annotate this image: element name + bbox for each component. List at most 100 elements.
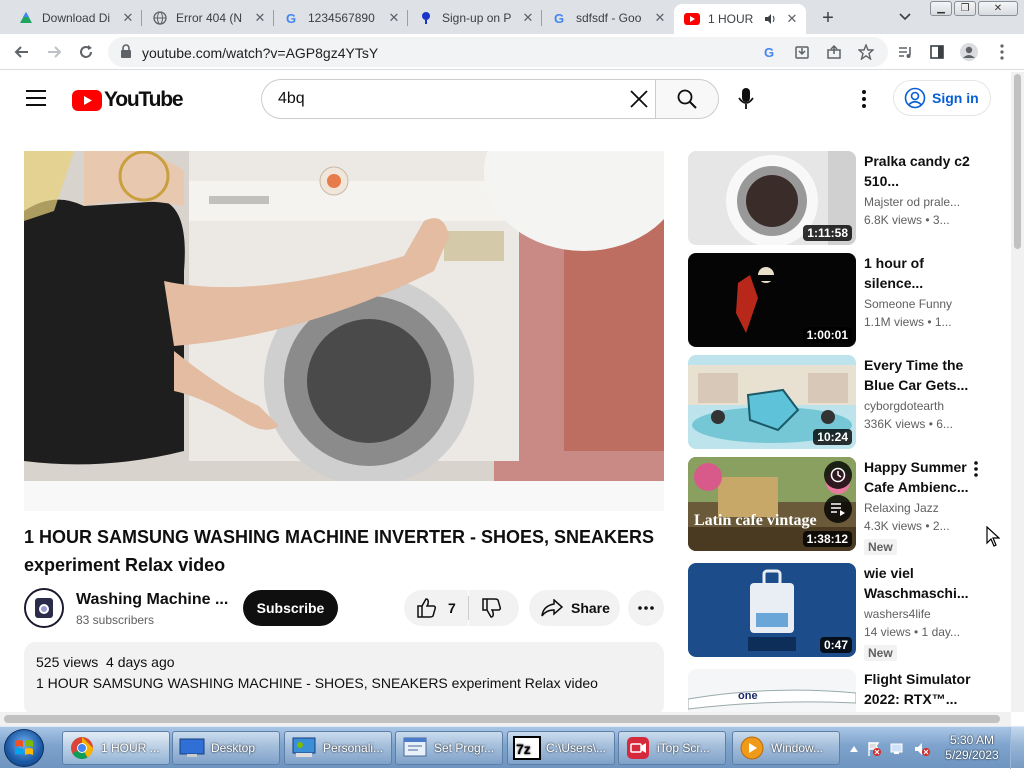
microphone-icon[interactable] [738, 88, 754, 115]
show-desktop-button[interactable] [1010, 727, 1024, 769]
video-thumbnail[interactable]: 0:47 [688, 563, 856, 657]
horizontal-scroll-thumb[interactable] [4, 715, 1000, 723]
subscribe-button[interactable]: Subscribe [243, 590, 338, 626]
search-input[interactable]: 4bq [261, 79, 656, 119]
horizontal-scrollbar[interactable] [0, 712, 1011, 726]
more-actions-button[interactable] [628, 590, 664, 626]
vertical-scrollbar[interactable] [1011, 72, 1024, 712]
bookmark-star-icon[interactable] [854, 40, 878, 64]
video-thumbnail[interactable]: 10:24 [688, 355, 856, 449]
svg-text:G: G [286, 11, 296, 25]
video-thumbnail[interactable]: one [688, 669, 856, 712]
video-thumbnail[interactable]: 1:11:58 [688, 151, 856, 245]
video-duration: 10:24 [813, 429, 852, 445]
tab-error[interactable]: Error 404 (N ✕ [142, 4, 274, 32]
youtube-logo[interactable]: YouTube [72, 88, 184, 112]
lock-icon[interactable] [120, 44, 132, 63]
taskbar-item-7zip[interactable]: 7z C:\Users\... [507, 731, 615, 765]
watch-later-icon[interactable] [824, 461, 852, 489]
video-thumbnail[interactable]: 1:00:01 [688, 253, 856, 347]
taskbar-item-desktop[interactable]: Desktop [172, 731, 280, 765]
settings-menu-icon[interactable] [862, 90, 866, 113]
recommendation-title[interactable]: Flight Simulator 2022: RTX™... [864, 669, 974, 709]
recommendation-channel[interactable]: Someone Funny [864, 297, 952, 311]
new-tab-button[interactable]: + [816, 6, 840, 30]
search-button[interactable] [655, 79, 719, 119]
tab-youtube[interactable]: 1 HOUR ✕ [674, 4, 806, 34]
video-player[interactable] [24, 151, 664, 511]
system-clock[interactable]: 5:30 AM 5/29/2023 [942, 733, 1002, 763]
thumbs-down-icon [482, 598, 502, 618]
action-center-flag-icon[interactable] [866, 741, 882, 757]
signin-button[interactable]: Sign in [893, 80, 991, 116]
taskbar-item-personalization[interactable]: Personali... [284, 731, 392, 765]
minimize-button[interactable]: ▁ [930, 1, 952, 16]
recommendation-channel[interactable]: washers4life [864, 607, 931, 621]
video-duration: 1:00:01 [802, 327, 852, 343]
recommendation-title[interactable]: Pralka candy c2 510... [864, 151, 974, 191]
side-panel-icon[interactable] [925, 40, 949, 64]
vertical-scroll-thumb[interactable] [1014, 74, 1021, 249]
recommendation-channel[interactable]: Relaxing Jazz [864, 501, 939, 515]
taskbar-item-set-programs[interactable]: Set Progr... [395, 731, 503, 765]
recommendation-item[interactable]: 10:24 Every Time the Blue Car Gets... cy… [688, 355, 988, 449]
tab-search-chevron-icon[interactable] [896, 8, 914, 26]
share-page-icon[interactable] [822, 40, 846, 64]
recommendation-title[interactable]: wie viel Waschmaschi... [864, 563, 974, 603]
google-lens-icon[interactable]: G [758, 40, 782, 64]
maximize-button[interactable]: ❐ [954, 1, 976, 16]
close-icon[interactable]: ✕ [252, 10, 268, 26]
taskbar-item-chrome[interactable]: 1 HOUR ... [62, 731, 170, 765]
clear-search-icon[interactable] [630, 90, 648, 113]
taskbar-item-media-player[interactable]: Window... [732, 731, 840, 765]
recommendation-item[interactable]: 1:11:58 Pralka candy c2 510... Majster o… [688, 151, 988, 245]
hamburger-menu-icon[interactable] [26, 90, 46, 111]
close-icon[interactable]: ✕ [386, 10, 402, 26]
tab-google-2[interactable]: G sdfsdf - Goo ✕ [542, 4, 674, 32]
close-icon[interactable]: ✕ [120, 10, 136, 26]
close-window-button[interactable]: ✕ [978, 1, 1018, 16]
tab-signup[interactable]: Sign-up on P ✕ [408, 4, 542, 32]
tab-download[interactable]: Download Di ✕ [8, 4, 142, 32]
video-thumbnail[interactable]: Latin cafe vintage 1:38:12 [688, 457, 856, 551]
description-box[interactable]: 525 views 4 days ago 1 HOUR SAMSUNG WASH… [24, 642, 664, 716]
recommendation-title[interactable]: Happy Summer Cafe Ambienc... [864, 457, 974, 497]
dislike-button[interactable] [469, 590, 519, 626]
recommendation-item[interactable]: Latin cafe vintage 1:38:12 Happy Summer … [688, 457, 988, 555]
taskbar-label: Desktop [211, 741, 256, 755]
taskbar-item-itop[interactable]: iTop Scr... [618, 731, 726, 765]
close-icon[interactable]: ✕ [520, 10, 536, 26]
tab-google-1[interactable]: G 1234567890 ✕ [274, 4, 408, 32]
start-button[interactable] [4, 729, 44, 767]
recommendation-item[interactable]: 1:00:01 1 hour of silence... Someone Fun… [688, 253, 988, 347]
share-button[interactable]: Share [529, 590, 620, 626]
taskbar-label: Set Progr... [434, 741, 495, 755]
like-button[interactable]: 7 [404, 590, 468, 626]
recommendation-title[interactable]: Every Time the Blue Car Gets... [864, 355, 974, 395]
channel-name[interactable]: Washing Machine ... [76, 591, 228, 609]
close-icon[interactable]: ✕ [652, 10, 668, 26]
recommendation-title[interactable]: 1 hour of silence... [864, 253, 974, 293]
reload-icon[interactable] [74, 40, 98, 64]
media-control-icon[interactable] [893, 40, 917, 64]
action-menu-icon[interactable] [974, 461, 978, 482]
channel-avatar[interactable] [24, 588, 64, 628]
personalize-icon [289, 734, 319, 762]
speaker-icon[interactable] [762, 11, 778, 27]
add-to-queue-icon[interactable] [824, 495, 852, 523]
recommendation-channel[interactable]: Majster od prale... [864, 195, 960, 209]
clock-date: 5/29/2023 [945, 748, 999, 762]
close-icon[interactable]: ✕ [784, 11, 800, 27]
install-icon[interactable] [790, 40, 814, 64]
browser-menu-icon[interactable] [990, 40, 1014, 64]
volume-muted-icon[interactable] [914, 741, 930, 757]
recommendation-item[interactable]: one Flight Simulator 2022: RTX™... [688, 669, 988, 712]
back-arrow-icon[interactable] [10, 40, 34, 64]
taskbar-label: iTop Scr... [657, 741, 710, 755]
forward-arrow-icon[interactable] [42, 40, 66, 64]
tray-chevron-icon[interactable] [846, 741, 862, 757]
network-icon[interactable] [890, 741, 906, 757]
recommendation-channel[interactable]: cyborgdotearth [864, 399, 944, 413]
recommendation-item[interactable]: 0:47 wie viel Waschmaschi... washers4lif… [688, 563, 988, 661]
profile-icon[interactable] [957, 40, 981, 64]
